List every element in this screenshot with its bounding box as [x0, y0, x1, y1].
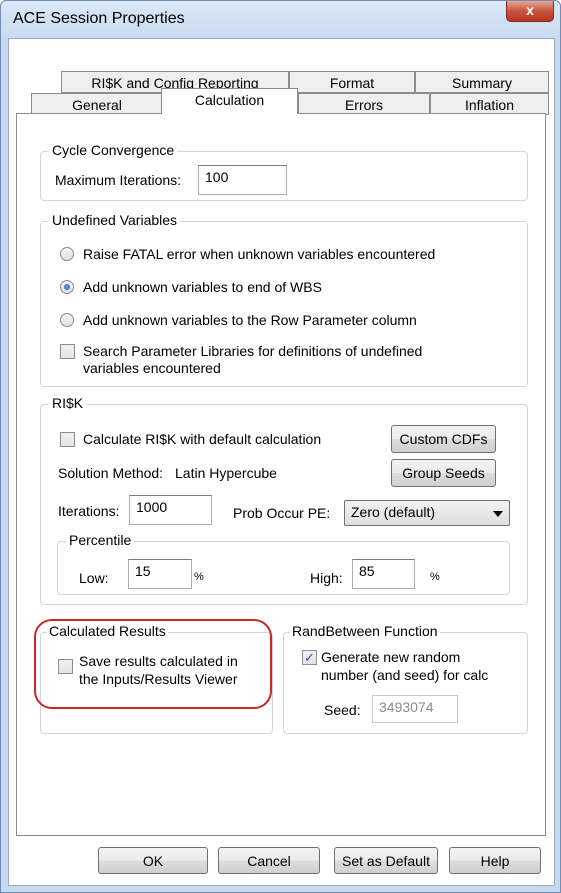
generate-random-checkbox[interactable]: ✓: [302, 650, 317, 665]
title-bar[interactable]: ACE Session Properties x: [1, 1, 560, 39]
undefined-variables-title: Undefined Variables: [49, 212, 181, 228]
percentile-group: Percentile: [57, 532, 510, 595]
radio-raise-fatal-error[interactable]: [60, 247, 74, 261]
high-percentile-input[interactable]: 85: [352, 559, 415, 589]
set-as-default-button[interactable]: Set as Default: [334, 847, 438, 874]
search-parameter-libraries-label-line2: variables encountered: [83, 360, 221, 376]
custom-cdfs-button[interactable]: Custom CDFs: [391, 425, 496, 453]
tab-inflation[interactable]: Inflation: [430, 93, 549, 115]
search-parameter-libraries-checkbox[interactable]: [60, 344, 75, 359]
cycle-convergence-title: Cycle Convergence: [49, 142, 178, 158]
high-percent-unit: %: [430, 571, 440, 583]
highlight-circle: [34, 619, 272, 709]
low-percentile-input[interactable]: 15: [128, 559, 192, 589]
tab-general[interactable]: General: [31, 93, 163, 115]
help-button[interactable]: Help: [449, 847, 541, 874]
prob-occur-pe-label: Prob Occur PE:: [233, 505, 331, 521]
add-to-row-parameter-label: Add unknown variables to the Row Paramet…: [83, 312, 417, 328]
add-to-end-of-wbs-label: Add unknown variables to end of WBS: [83, 279, 322, 295]
iterations-label: Iterations:: [58, 503, 120, 519]
cancel-button[interactable]: Cancel: [218, 847, 320, 874]
percentile-title: Percentile: [66, 532, 135, 548]
checkmark-icon: ✓: [304, 650, 315, 665]
iterations-input[interactable]: 1000: [129, 495, 212, 525]
prob-occur-pe-select[interactable]: Zero (default): [344, 500, 510, 526]
solution-method-value: Latin Hypercube: [175, 465, 277, 481]
window-title: ACE Session Properties: [13, 10, 185, 27]
calculate-risk-default-checkbox[interactable]: [60, 432, 75, 447]
risk-title: RI$K: [49, 395, 87, 411]
generate-random-label-line2: number (and seed) for calc: [321, 667, 489, 683]
close-button[interactable]: x: [506, 1, 554, 22]
ok-button[interactable]: OK: [98, 847, 208, 874]
radio-add-to-end-of-wbs[interactable]: [60, 280, 74, 294]
max-iterations-input[interactable]: 100: [198, 165, 287, 195]
tab-calculation[interactable]: Calculation: [161, 88, 298, 114]
randbetween-title: RandBetween Function: [290, 623, 440, 639]
prob-occur-pe-value: Zero (default): [351, 504, 436, 520]
tab-format[interactable]: Format: [289, 71, 415, 93]
seed-input[interactable]: 3493074: [372, 695, 458, 723]
calculate-risk-default-label: Calculate RI$K with default calculation: [83, 431, 322, 447]
chevron-down-icon: [493, 511, 503, 517]
search-parameter-libraries-label-line1: Search Parameter Libraries for definitio…: [83, 343, 423, 359]
group-seeds-button[interactable]: Group Seeds: [391, 459, 496, 487]
max-iterations-label: Maximum Iterations:: [55, 172, 182, 188]
seed-label: Seed:: [324, 702, 361, 718]
high-label: High:: [310, 570, 343, 586]
tab-errors[interactable]: Errors: [298, 93, 430, 115]
low-label: Low:: [79, 570, 109, 586]
tab-summary[interactable]: Summary: [415, 71, 549, 93]
generate-random-label-line1: Generate new random: [321, 649, 461, 665]
low-percent-unit: %: [194, 571, 204, 583]
raise-fatal-error-label: Raise FATAL error when unknown variables…: [83, 246, 436, 262]
radio-add-to-row-parameter[interactable]: [60, 313, 74, 327]
close-icon: x: [526, 2, 534, 18]
solution-method-label: Solution Method:: [58, 465, 164, 481]
dialog-window: ACE Session Properties x RI$K and Config…: [0, 0, 561, 893]
